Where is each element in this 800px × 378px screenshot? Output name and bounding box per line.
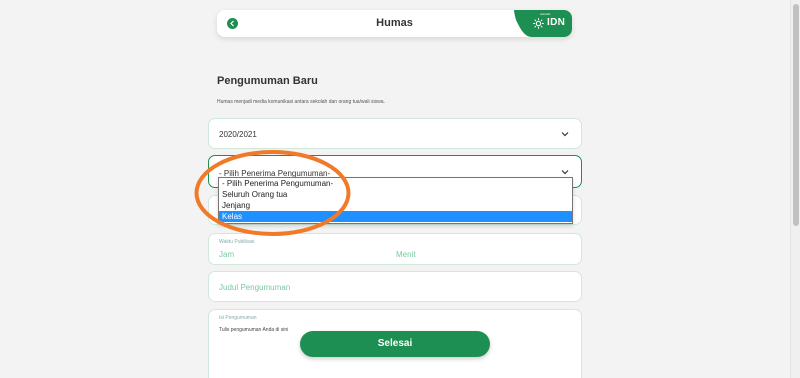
form-description: Humas menjadi media komunikasi antara se… [217,99,385,105]
publish-time-field: Waktu Publikasi Jam Menit [208,233,582,265]
dropdown-option[interactable]: - Pilih Penerima Pengumuman- [219,178,572,189]
minute-input[interactable]: Menit [396,250,416,259]
logo-text: IDN [547,17,566,28]
sun-logo-icon [533,18,544,29]
publish-time-label: Waktu Publikasi [219,239,255,245]
year-select[interactable]: 2020/2021 [208,118,582,149]
dropdown-option[interactable]: Jenjang [219,200,572,211]
dropdown-option-highlighted[interactable]: Kelas [219,211,572,222]
announcement-title-placeholder: Judul Pengumuman [219,283,291,292]
logo-caption: sekolah [540,12,551,16]
chevron-down-icon [561,170,569,175]
header-bar: Humas sekolah IDN [217,10,572,37]
hour-input[interactable]: Jam [219,250,234,259]
announcement-content-placeholder: Tulis pengumuman Anda di sini [219,327,289,333]
form-title: Pengumuman Baru [217,75,318,87]
recipient-dropdown-list[interactable]: - Pilih Penerima Pengumuman- Seluruh Ora… [218,177,573,224]
dropdown-option[interactable]: Seluruh Orang tua [219,189,572,200]
announcement-content-label: Isi Pengumuman [219,315,257,321]
submit-button[interactable]: Selesai [300,331,490,357]
idn-logo: sekolah IDN [514,10,572,37]
announcement-title-input[interactable]: Judul Pengumuman [208,271,582,302]
scrollbar-thumb[interactable] [793,4,799,226]
page-scrollbar[interactable] [790,0,800,378]
year-select-value: 2020/2021 [219,130,257,139]
chevron-down-icon [561,132,569,137]
